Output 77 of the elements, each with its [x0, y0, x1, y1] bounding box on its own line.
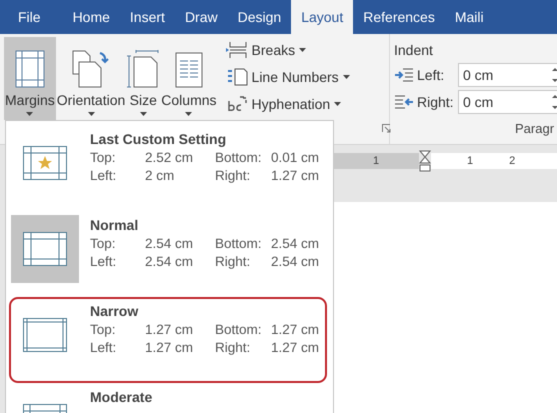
size-icon — [127, 50, 160, 88]
field-label: Left: — [417, 67, 446, 83]
orientation-icon — [72, 50, 110, 88]
group-heading: Indent — [394, 42, 433, 58]
margin-option[interactable]: Normal Top: 2.54 cm Bottom: 2.54 cm Left: 2.54 cm Right: 2.54 cm — [9, 211, 327, 297]
field-label: Right: — [417, 94, 455, 110]
margin-value: 1.27 cm — [145, 322, 194, 337]
margin-label: Top: — [90, 322, 117, 337]
option-title: Last Custom Setting — [90, 131, 228, 147]
margin-label: Top: — [90, 236, 117, 251]
hyphenation-icon — [226, 94, 248, 112]
margin-label: Right: — [215, 168, 252, 183]
margin-value: 2.54 cm — [145, 236, 194, 251]
ribbon-tab[interactable]: References — [353, 0, 445, 34]
margin-value: 2.54 cm — [271, 254, 320, 269]
ribbon-button[interactable]: Size — [126, 37, 160, 120]
option-title: Normal — [90, 217, 140, 233]
margin-label: Bottom: — [215, 322, 263, 337]
caret-icon — [334, 102, 342, 106]
ribbon-button[interactable]: Columns — [160, 37, 218, 120]
caret-icon — [140, 112, 147, 116]
ribbon-button[interactable]: Margins — [4, 37, 56, 120]
caret-icon — [26, 112, 34, 116]
option-title: Moderate — [90, 389, 152, 405]
indent-marker-icon[interactable] — [419, 150, 431, 172]
caret-icon — [185, 112, 192, 116]
margin-value: 2 cm — [145, 168, 176, 183]
margin-value: 1.27 cm — [271, 168, 320, 183]
margin-label: Right: — [215, 254, 252, 269]
ribbon-tab[interactable]: Home — [62, 0, 120, 34]
margin-label: Top: — [90, 150, 117, 165]
ruler-number: 1 — [467, 154, 474, 169]
ribbon-button[interactable]: Hyphenation — [224, 91, 352, 116]
caret-icon — [88, 112, 95, 116]
margin-label: Bottom: — [215, 150, 263, 165]
ribbon-button[interactable]: Breaks — [224, 37, 352, 62]
ruler-number: 1 — [372, 154, 380, 169]
margin-label: Left: — [90, 254, 118, 269]
caret-icon — [299, 48, 306, 52]
ribbon-tab[interactable]: File — [8, 0, 63, 34]
margin-value: 2.54 cm — [271, 236, 320, 251]
margin-option[interactable]: Last Custom Setting Top: 2.52 cm Bottom: 0.01 cm Left: 2 cm Right: 1.27 cm — [9, 125, 327, 211]
spin-arrows-icon — [552, 94, 557, 110]
ribbon-tab[interactable]: Layout — [291, 0, 354, 34]
margins-icon — [14, 50, 45, 88]
breaks-icon — [226, 40, 248, 58]
margin-value: 2.54 cm — [145, 254, 194, 269]
margin-label: Right: — [215, 340, 252, 355]
indent-spin-field[interactable]: 0 cm — [458, 63, 557, 87]
indent-right-icon — [394, 94, 414, 110]
line-numbers-icon — [226, 68, 248, 86]
margin-option[interactable]: Narrow Top: 1.27 cm Bottom: 1.27 cm Left: 1.27 cm Right: 1.27 cm — [9, 297, 327, 383]
margin-label: Bottom: — [215, 236, 263, 251]
margin-label: Left: — [90, 340, 118, 355]
dialog-launcher-icon[interactable] — [382, 124, 391, 133]
option-title: Narrow — [90, 303, 140, 319]
ribbon-tab[interactable]: Draw — [174, 0, 228, 34]
caret-icon — [342, 74, 350, 78]
ribbon-button[interactable]: Line Numbers — [224, 64, 352, 89]
ribbon-tab[interactable]: Maili — [444, 0, 494, 34]
spin-arrows-icon — [552, 67, 557, 83]
ribbon-tab[interactable]: Design — [228, 0, 292, 34]
indent-spin-field[interactable]: 0 cm — [458, 90, 557, 114]
margin-value: 1.27 cm — [271, 322, 320, 337]
margin-option[interactable]: Moderate — [9, 383, 327, 413]
columns-icon — [174, 52, 203, 88]
page-margins-icon — [23, 232, 67, 266]
ruler-number: 2 — [509, 154, 516, 169]
margin-label: Left: — [90, 168, 118, 183]
group-label: Paragr — [515, 121, 554, 136]
margin-value: 1.27 cm — [271, 340, 320, 355]
margin-value: 0.01 cm — [271, 150, 320, 165]
margin-value: 1.27 cm — [145, 340, 194, 355]
ribbon-tab[interactable]: Insert — [120, 0, 175, 34]
margin-value: 2.52 cm — [145, 150, 194, 165]
indent-left-icon — [394, 67, 414, 83]
ribbon-button[interactable]: Orientation — [56, 37, 126, 120]
